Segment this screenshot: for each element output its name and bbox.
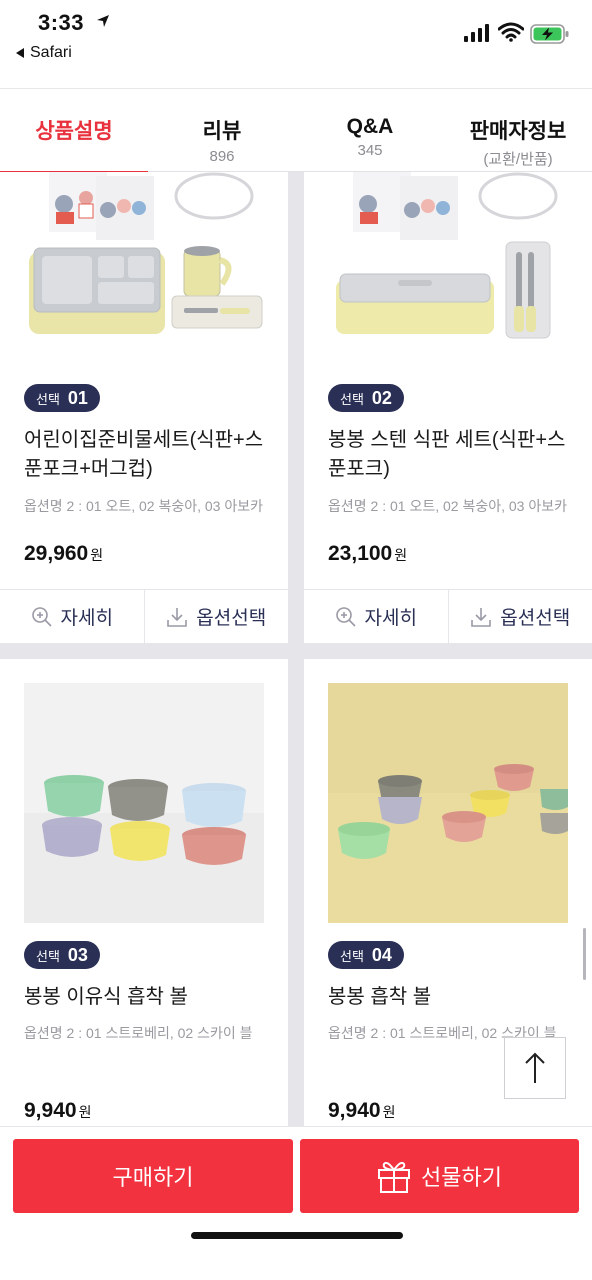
gift-label: 선물하기	[421, 1165, 502, 1190]
option-badge: 선택 02	[328, 384, 404, 412]
option-badge: 선택 03	[24, 941, 100, 969]
price-value: 9,940	[328, 1099, 381, 1122]
status-time: 3:33	[38, 10, 85, 35]
buy-button[interactable]: 구매하기	[13, 1139, 293, 1213]
gift-icon	[378, 1161, 411, 1193]
product-option-grid: 선택 01 어린이집준비물세트(식판+스푼포크+머그컵) 옵션명 2 : 01 …	[0, 172, 592, 1126]
product-image-lunch-set-with-cup	[24, 172, 264, 348]
product-option-summary: 옵션명 2 : 01 오트, 02 복숭아, 03 아보카	[24, 498, 263, 514]
price-currency: 원	[90, 547, 104, 563]
tab-product-description[interactable]: 상품설명	[0, 89, 148, 174]
tab-label: Q&A	[346, 115, 394, 138]
product-image-steel-tray-set	[328, 172, 568, 348]
detail-label: 자세히	[364, 608, 417, 629]
price-currency: 원	[394, 547, 408, 563]
badge-number: 03	[67, 944, 88, 965]
download-icon	[167, 607, 188, 627]
wifi-icon	[498, 22, 524, 42]
gift-button[interactable]: 선물하기	[300, 1139, 579, 1213]
product-name: 봉봉 이유식 흡착 볼	[24, 986, 188, 1008]
product-price: 9,940 원	[328, 1099, 395, 1123]
price-currency: 원	[382, 1104, 396, 1120]
product-price: 9,940 원	[24, 1099, 91, 1123]
back-to-app-link[interactable]: Safari	[16, 44, 72, 62]
product-price: 23,100 원	[328, 542, 407, 566]
product-name: 봉봉 흡착 볼	[328, 986, 432, 1008]
zoom-in-icon	[335, 606, 356, 627]
detail-button[interactable]: 자세히	[0, 590, 144, 643]
product-name: 봉봉 스텐 식판 세트(식판+스푼포크)	[328, 429, 566, 480]
price-value: 9,940	[24, 1099, 77, 1122]
option-select-button[interactable]: 옵션선택	[447, 590, 592, 643]
card-actions: 자세히 옵션선택	[0, 589, 288, 643]
card-actions: 자세히 옵션선택	[304, 589, 592, 643]
battery-charging-icon	[530, 24, 569, 44]
status-bar: 3:33 Safari	[0, 0, 592, 88]
home-indicator	[191, 1232, 403, 1239]
detail-tab-bar: 상품설명 리뷰 896 Q&A 345 판매자정보 (교환/반품)	[0, 88, 592, 174]
product-price: 29,960 원	[24, 542, 103, 566]
arrow-up-icon	[525, 1052, 545, 1083]
tab-seller-info[interactable]: 판매자정보 (교환/반품)	[444, 89, 592, 173]
badge-word: 선택	[340, 948, 364, 964]
product-card[interactable]: 선택 01 어린이집준비물세트(식판+스푼포크+머그컵) 옵션명 2 : 01 …	[0, 172, 288, 643]
tab-sub: (교환/반품)	[483, 151, 553, 168]
product-card[interactable]: 선택 02 봉봉 스텐 식판 세트(식판+스푼포크) 옵션명 2 : 01 오트…	[304, 172, 592, 643]
purchase-bar: 구매하기 선물하기	[0, 1126, 592, 1280]
option-select-button[interactable]: 옵션선택	[143, 590, 289, 643]
tab-label: 리뷰	[202, 120, 242, 143]
tab-reviews[interactable]: 리뷰 896	[148, 89, 296, 173]
scroll-indicator	[583, 928, 586, 980]
tab-label: 상품설명	[35, 120, 113, 143]
back-app-label: Safari	[30, 44, 72, 61]
tab-qna[interactable]: Q&A 345	[296, 89, 444, 173]
price-value: 23,100	[328, 542, 393, 565]
location-arrow-icon	[97, 15, 109, 27]
cellular-signal-icon	[464, 24, 489, 42]
product-image-suction-bowls-stack	[24, 683, 264, 923]
badge-number: 04	[371, 944, 392, 965]
badge-number: 01	[67, 387, 88, 408]
tab-count: 896	[209, 148, 235, 165]
option-badge: 선택 01	[24, 384, 100, 412]
zoom-in-icon	[31, 606, 52, 627]
detail-label: 자세히	[60, 608, 113, 629]
option-badge: 선택 04	[328, 941, 404, 969]
option-select-label: 옵션선택	[500, 608, 571, 629]
badge-number: 02	[371, 387, 392, 408]
tab-count: 345	[357, 142, 383, 159]
badge-word: 선택	[36, 391, 60, 407]
option-select-label: 옵션선택	[196, 608, 267, 629]
product-option-summary: 옵션명 2 : 01 스트로베리, 02 스카이 블	[24, 1025, 253, 1041]
product-image-suction-bowls-spread	[328, 683, 568, 923]
product-card[interactable]: 선택 03 봉봉 이유식 흡착 볼 옵션명 2 : 01 스트로베리, 02 스…	[0, 659, 288, 1126]
back-triangle-icon	[16, 48, 24, 58]
badge-word: 선택	[36, 948, 60, 964]
product-option-summary: 옵션명 2 : 01 오트, 02 복숭아, 03 아보카	[328, 498, 567, 514]
product-name: 어린이집준비물세트(식판+스푼포크+머그컵)	[24, 429, 264, 480]
detail-button[interactable]: 자세히	[304, 590, 448, 643]
download-icon	[471, 607, 492, 627]
price-currency: 원	[78, 1104, 92, 1120]
scroll-to-top-button[interactable]	[504, 1037, 566, 1099]
tab-label: 판매자정보	[469, 120, 567, 143]
badge-word: 선택	[340, 391, 364, 407]
price-value: 29,960	[24, 542, 89, 565]
